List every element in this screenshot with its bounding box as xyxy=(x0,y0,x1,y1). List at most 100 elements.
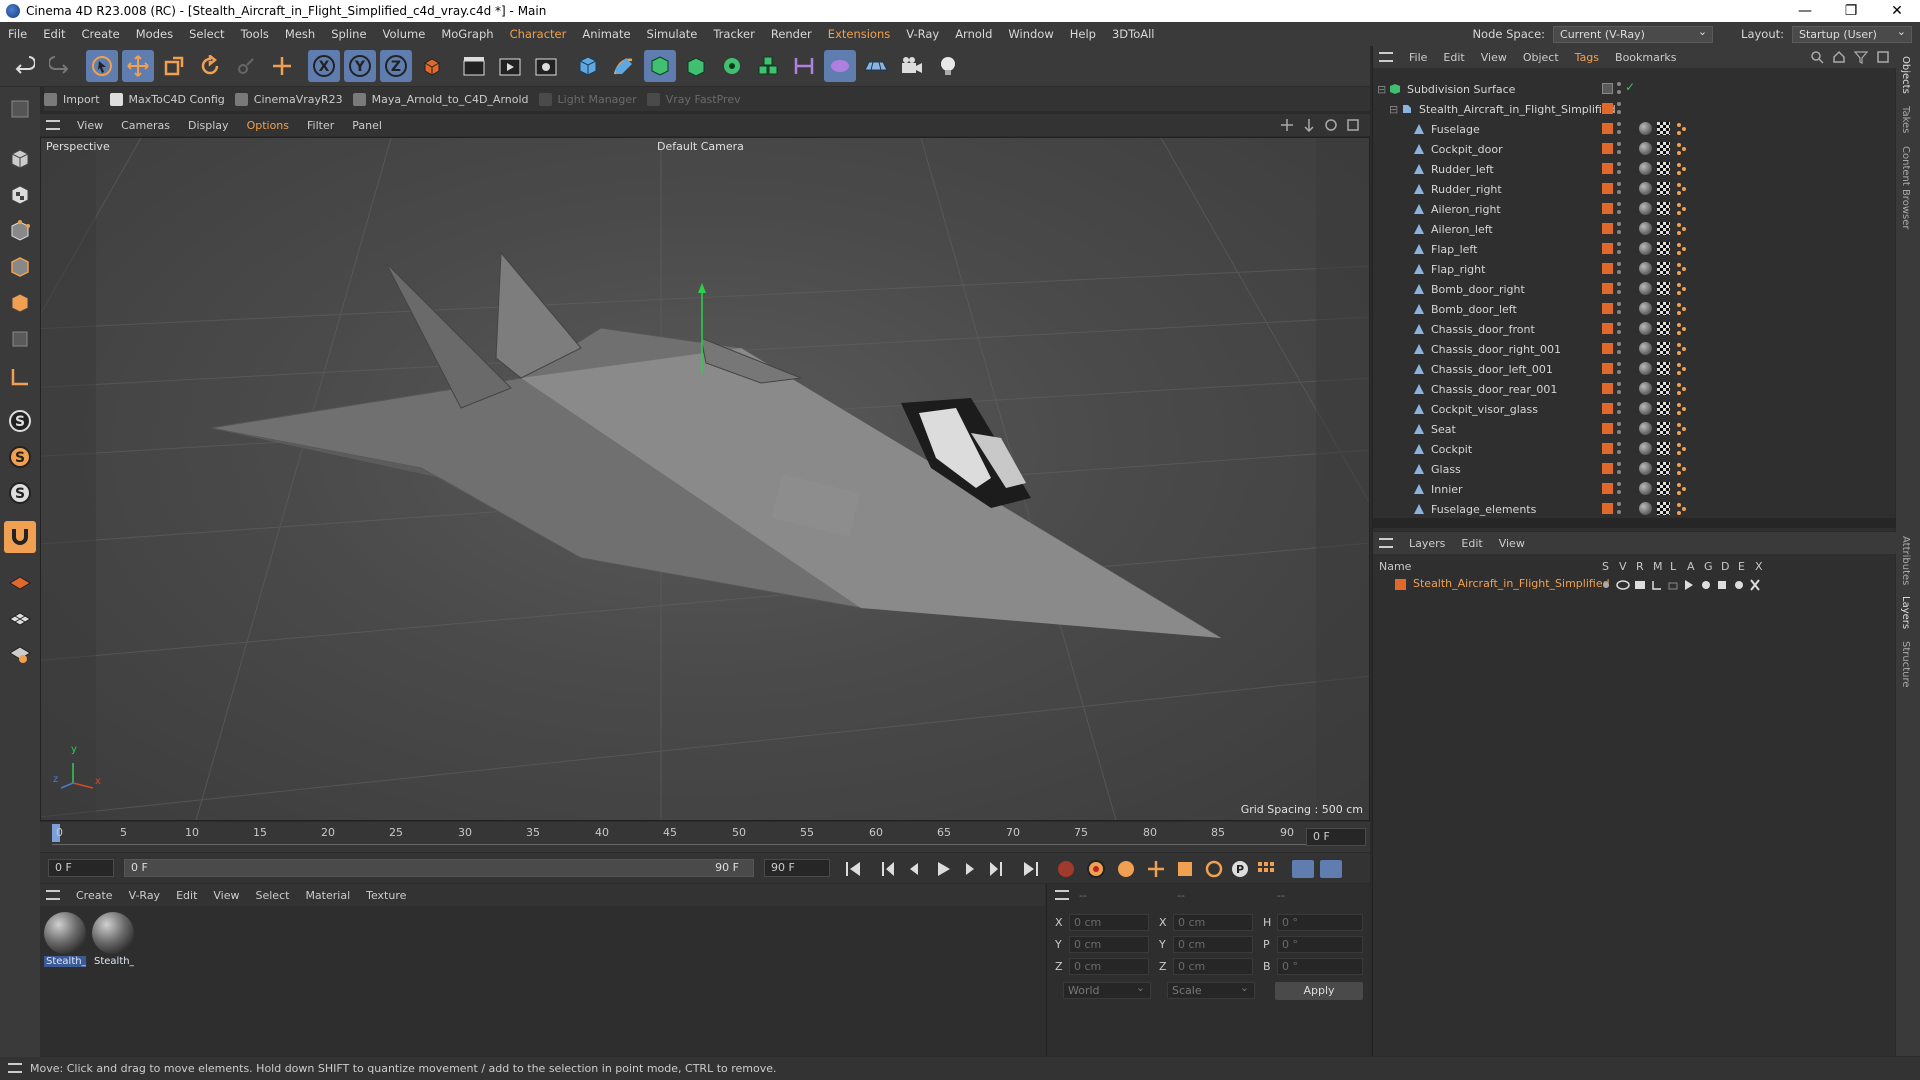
visibility-dot[interactable] xyxy=(1617,422,1621,426)
tab-layers[interactable]: Layers xyxy=(1900,596,1911,629)
cube-primitive-button[interactable] xyxy=(572,50,604,82)
menu-mograph[interactable]: MoGraph xyxy=(433,22,501,46)
object-manager-scrollbar[interactable] xyxy=(1373,518,1896,528)
coords-hamburger-icon[interactable] xyxy=(1055,890,1069,900)
previous-frame-button[interactable] xyxy=(910,863,918,875)
grid-snap-toggle[interactable] xyxy=(4,637,36,669)
layer-name[interactable]: Stealth_Aircraft_in_Flight_Simplified xyxy=(1413,577,1610,590)
z-axis-lock-button[interactable]: Z xyxy=(380,50,412,82)
home-icon[interactable] xyxy=(1832,50,1846,64)
vray-tag-icon[interactable] xyxy=(1675,502,1688,515)
vray-tag-icon[interactable] xyxy=(1675,322,1688,335)
layer-row[interactable]: Stealth_Aircraft_in_Flight_Simplified xyxy=(1373,576,1896,594)
render-dot[interactable] xyxy=(1617,210,1621,214)
material-tag-icon[interactable] xyxy=(1639,482,1652,495)
uv-mode-button[interactable] xyxy=(4,323,36,355)
texture-tag-icon[interactable] xyxy=(1657,442,1670,455)
render-dot[interactable] xyxy=(1617,490,1621,494)
rotation-h-field[interactable]: 0 ° xyxy=(1277,914,1363,931)
layer-color-swatch[interactable] xyxy=(1602,83,1613,94)
vray-tag-icon[interactable] xyxy=(1675,442,1688,455)
layer-color-swatch[interactable] xyxy=(1602,263,1613,274)
visibility-dot[interactable] xyxy=(1617,402,1621,406)
tab-content-browser[interactable]: Content Browser xyxy=(1900,146,1911,229)
render-dot[interactable] xyxy=(1617,130,1621,134)
render-dot[interactable] xyxy=(1617,290,1621,294)
material-tag-icon[interactable] xyxy=(1639,182,1652,195)
render-dot[interactable] xyxy=(1617,330,1621,334)
position-y-field[interactable]: 0 cm xyxy=(1069,936,1149,953)
texture-tag-icon[interactable] xyxy=(1657,322,1670,335)
3d-viewport[interactable]: y z x Perspective Default Camera Grid Sp… xyxy=(40,137,1370,821)
visibility-dot[interactable] xyxy=(1617,262,1621,266)
y-axis-lock-button[interactable]: Y xyxy=(344,50,376,82)
material-menu-view[interactable]: View xyxy=(205,889,247,902)
import-plugin-button[interactable]: Import xyxy=(44,92,100,106)
visibility-dot[interactable] xyxy=(1617,162,1621,166)
texture-tag-icon[interactable] xyxy=(1657,402,1670,415)
visibility-dot[interactable] xyxy=(1617,342,1621,346)
menu-animate[interactable]: Animate xyxy=(574,22,638,46)
render-dot[interactable] xyxy=(1617,430,1621,434)
tab-attributes[interactable]: Attributes xyxy=(1900,536,1911,585)
layer-color-swatch[interactable] xyxy=(1602,243,1613,254)
grid-toggle[interactable] xyxy=(4,601,36,633)
material-tag-icon[interactable] xyxy=(1639,462,1652,475)
material-tag-icon[interactable] xyxy=(1639,242,1652,255)
redo-button[interactable] xyxy=(44,50,76,82)
tab-structure[interactable]: Structure xyxy=(1900,641,1911,688)
enabled-check-icon[interactable]: ✓ xyxy=(1625,80,1635,94)
visibility-dot[interactable] xyxy=(1617,122,1621,126)
render-settings-button[interactable] xyxy=(530,50,562,82)
visibility-dot[interactable] xyxy=(1617,142,1621,146)
vray-tag-icon[interactable] xyxy=(1675,422,1688,435)
visibility-dot[interactable] xyxy=(1617,182,1621,186)
key-rotation-button[interactable] xyxy=(1205,860,1223,878)
maya-arnold-button[interactable]: Maya_Arnold_to_C4D_Arnold xyxy=(352,92,529,106)
object-row[interactable]: Chassis_door_rear_001 xyxy=(1373,379,1896,399)
menu-create[interactable]: Create xyxy=(74,22,128,46)
vray-tag-icon[interactable] xyxy=(1675,462,1688,475)
layer-color-swatch[interactable] xyxy=(1602,303,1613,314)
play-button[interactable] xyxy=(938,862,950,876)
tweak-mode-button[interactable] xyxy=(4,521,36,553)
visibility-dot[interactable] xyxy=(1617,362,1621,366)
light-manager-button[interactable]: Light Manager xyxy=(538,92,637,106)
render-dot[interactable] xyxy=(1617,470,1621,474)
texture-mode-button[interactable] xyxy=(4,179,36,211)
texture-tag-icon[interactable] xyxy=(1657,302,1670,315)
material-tag-icon[interactable] xyxy=(1639,122,1652,135)
layers-menu-edit[interactable]: Edit xyxy=(1453,537,1490,550)
objects-menu-tags[interactable]: Tags xyxy=(1567,51,1607,64)
render-dot[interactable] xyxy=(1617,150,1621,154)
menu-spline[interactable]: Spline xyxy=(323,22,374,46)
layer-color-swatch[interactable] xyxy=(1602,463,1613,474)
layers-menu-view[interactable]: View xyxy=(1491,537,1533,550)
deformer-button[interactable] xyxy=(788,50,820,82)
material-menu-material[interactable]: Material xyxy=(297,889,358,902)
size-z-field[interactable]: 0 cm xyxy=(1173,958,1253,975)
cloner-button[interactable] xyxy=(716,50,748,82)
timeline-window-button[interactable] xyxy=(1320,860,1342,878)
menu-help[interactable]: Help xyxy=(1062,22,1104,46)
end-frame-field[interactable]: 90 F xyxy=(764,859,830,877)
material-menu-edit[interactable]: Edit xyxy=(168,889,205,902)
render-dot[interactable] xyxy=(1617,90,1621,94)
texture-tag-icon[interactable] xyxy=(1657,342,1670,355)
position-z-field[interactable]: 0 cm xyxy=(1069,958,1149,975)
layer-color-swatch[interactable] xyxy=(1602,323,1613,334)
viewport-maximize-icon[interactable] xyxy=(1346,118,1360,132)
new-window-icon[interactable] xyxy=(1876,50,1890,64)
menu-tools[interactable]: Tools xyxy=(233,22,277,46)
layer-expressions-icon[interactable] xyxy=(1735,581,1743,589)
objects-hamburger-icon[interactable] xyxy=(1379,52,1393,62)
object-row[interactable]: Glass xyxy=(1373,459,1896,479)
layer-color-swatch[interactable] xyxy=(1602,143,1613,154)
snap-settings-button[interactable]: S xyxy=(4,441,36,473)
object-row[interactable]: Fuselage xyxy=(1373,119,1896,139)
field-button[interactable] xyxy=(824,50,856,82)
hamburger-icon[interactable] xyxy=(46,120,60,130)
viewport-menu-cameras[interactable]: Cameras xyxy=(112,119,179,132)
object-row[interactable]: Chassis_door_front xyxy=(1373,319,1896,339)
move-tool-button[interactable] xyxy=(122,50,154,82)
